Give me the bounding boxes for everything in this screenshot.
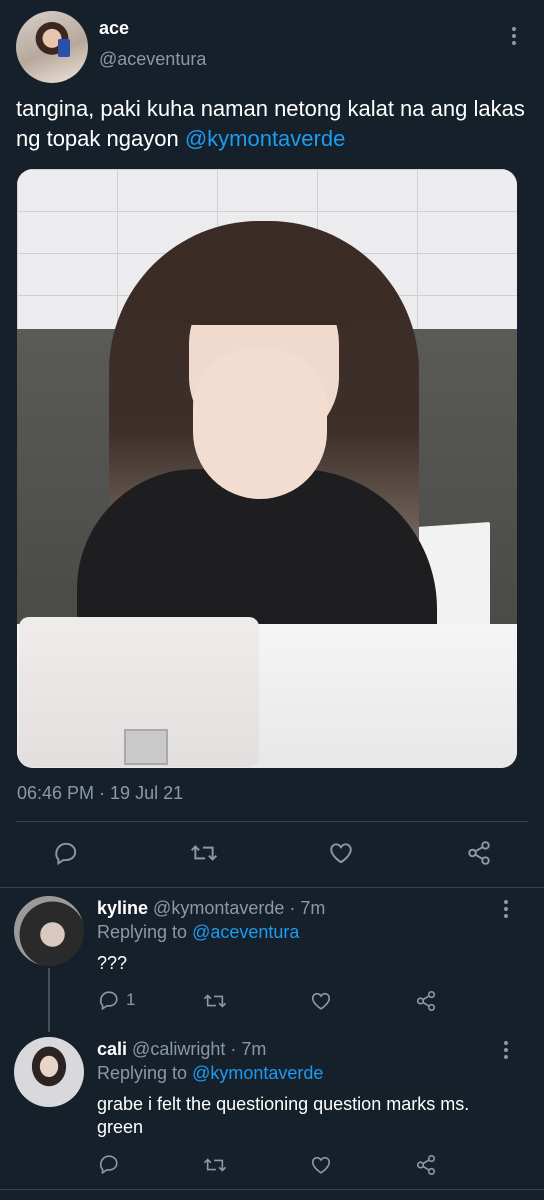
more-options-icon[interactable]	[503, 1041, 509, 1059]
tweet-thread: ace @aceventura tangina, paki kuha naman…	[0, 0, 544, 1200]
mention-link[interactable]: @aceventura	[192, 922, 299, 942]
replying-to-label: Replying to	[97, 922, 193, 942]
share-icon	[416, 991, 436, 1011]
share-icon	[468, 841, 490, 865]
display-name[interactable]: cali	[97, 1039, 127, 1059]
reply-header: kyline @kymontaverde · 7m	[97, 898, 325, 919]
replying-to: Replying to @aceventura	[97, 922, 299, 943]
handbag-clasp	[124, 729, 168, 765]
share-button[interactable]	[415, 1154, 437, 1176]
share-icon	[416, 1155, 436, 1175]
reply-time[interactable]: · 7m	[284, 898, 325, 918]
like-button[interactable]	[328, 840, 354, 866]
thread-connector	[48, 968, 50, 1032]
avatar[interactable]	[16, 11, 88, 83]
retweet-button[interactable]	[190, 840, 218, 866]
reply-icon	[99, 991, 118, 1011]
retweet-icon	[203, 1158, 227, 1172]
like-button[interactable]	[310, 1154, 332, 1176]
heart-icon	[311, 1156, 331, 1174]
user-handle[interactable]: @aceventura	[99, 49, 206, 70]
reply-header: cali @caliwright · 7m	[97, 1039, 266, 1060]
divider	[0, 1189, 544, 1190]
reply-text: grabe i felt the questioning question ma…	[97, 1094, 470, 1137]
reply-icon	[99, 1155, 118, 1175]
share-button[interactable]	[415, 990, 437, 1012]
avatar[interactable]	[14, 896, 84, 966]
user-handle[interactable]: @kymontaverde	[153, 898, 284, 918]
reply-button[interactable]	[53, 840, 79, 866]
display-name[interactable]: ace	[99, 18, 129, 39]
share-button[interactable]	[466, 840, 492, 866]
more-options-icon[interactable]	[503, 900, 509, 918]
phone-graphic	[58, 39, 70, 57]
tweet-text: tangina, paki kuha naman netong kalat na…	[16, 94, 528, 154]
like-button[interactable]	[310, 990, 332, 1012]
heart-icon	[330, 843, 352, 864]
divider	[0, 887, 544, 888]
retweet-button[interactable]	[203, 1154, 227, 1176]
replying-to-label: Replying to	[97, 1063, 193, 1083]
reply-text: ???	[97, 953, 128, 973]
display-name[interactable]: kyline	[97, 898, 148, 918]
retweet-icon	[203, 994, 227, 1008]
retweet-button[interactable]	[203, 990, 227, 1012]
heart-icon	[311, 992, 331, 1010]
reply-count: 1	[126, 990, 136, 1009]
reply-time[interactable]: · 7m	[225, 1039, 266, 1059]
reply-button[interactable]: 1	[98, 989, 135, 1011]
replying-to: Replying to @kymontaverde	[97, 1063, 323, 1084]
avatar[interactable]	[14, 1037, 84, 1107]
retweet-icon	[190, 845, 218, 861]
tweet-photo[interactable]	[17, 169, 517, 768]
reply-button[interactable]	[98, 1153, 120, 1175]
divider	[16, 821, 528, 822]
reply-icon	[55, 842, 77, 866]
more-options-icon[interactable]	[511, 27, 517, 45]
hands	[193, 349, 327, 499]
mention-link[interactable]: @kymontaverde	[185, 126, 346, 151]
mention-link[interactable]: @kymontaverde	[192, 1063, 323, 1083]
tweet-timestamp[interactable]: 06:46 PM · 19 Jul 21	[17, 783, 183, 804]
user-handle[interactable]: @caliwright	[132, 1039, 225, 1059]
